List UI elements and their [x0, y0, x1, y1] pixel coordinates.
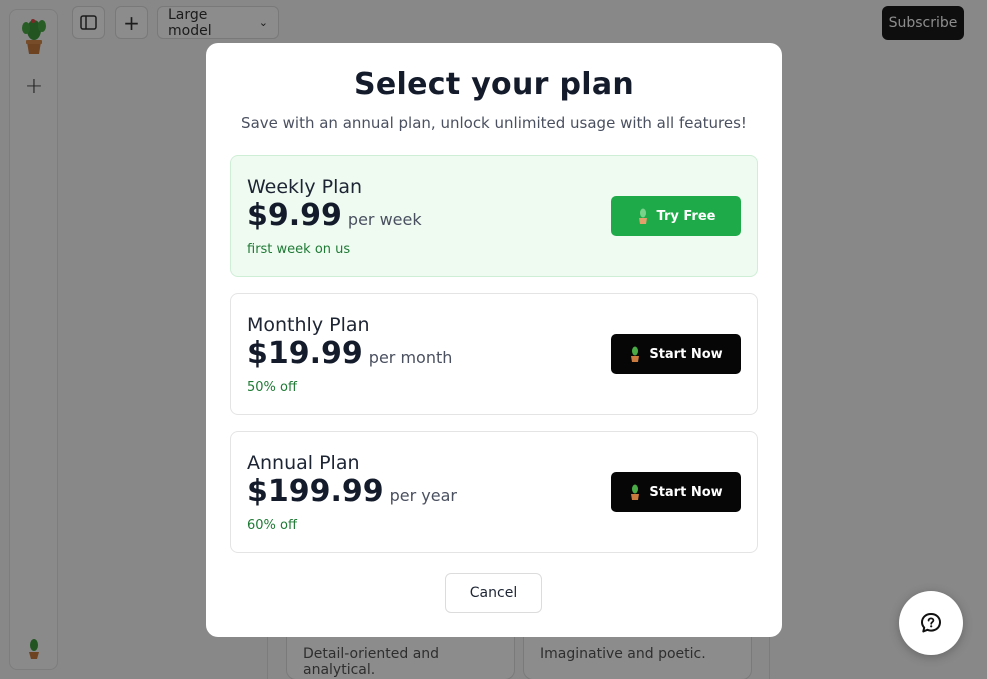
plan-price: $9.99: [247, 198, 342, 233]
plan-period: per week: [347, 210, 422, 229]
cactus-icon: [631, 346, 640, 362]
plan-price-row: $19.99 per month: [247, 336, 452, 371]
plan-note: 60% off: [247, 518, 297, 533]
plan-name: Monthly Plan: [247, 314, 370, 336]
start-now-button-monthly[interactable]: Start Now: [611, 334, 741, 374]
plan-note: 50% off: [247, 380, 297, 395]
modal-subtitle: Save with an annual plan, unlock unlimit…: [241, 114, 747, 132]
help-button[interactable]: [899, 591, 963, 655]
plan-name: Annual Plan: [247, 452, 360, 474]
start-now-button-annual[interactable]: Start Now: [611, 472, 741, 512]
plan-period: per year: [389, 486, 457, 505]
plan-period: per month: [368, 348, 453, 367]
plan-card-annual[interactable]: Annual Plan $199.99 per year 60% off Sta…: [230, 431, 758, 553]
modal-title: Select your plan: [353, 67, 635, 102]
start-now-label: Start Now: [649, 484, 723, 500]
plan-price-row: $199.99 per year: [247, 474, 457, 509]
cactus-icon: [638, 208, 647, 224]
help-chat-icon: [921, 613, 941, 633]
plan-card-monthly[interactable]: Monthly Plan $19.99 per month 50% off St…: [230, 293, 758, 415]
cancel-button[interactable]: Cancel: [445, 573, 542, 613]
plan-note: first week on us: [247, 242, 351, 257]
try-free-button[interactable]: Try Free: [611, 196, 741, 236]
plan-name: Weekly Plan: [247, 176, 363, 198]
plan-price: $19.99: [247, 336, 363, 371]
try-free-label: Try Free: [656, 208, 716, 224]
start-now-label: Start Now: [649, 346, 723, 362]
plan-price: $199.99: [247, 474, 384, 509]
plan-price-row: $9.99 per week: [247, 198, 422, 233]
cactus-icon: [631, 484, 640, 500]
plan-selection-modal: Select your plan Save with an annual pla…: [206, 43, 782, 637]
plan-card-weekly[interactable]: Weekly Plan $9.99 per week first week on…: [230, 155, 758, 277]
